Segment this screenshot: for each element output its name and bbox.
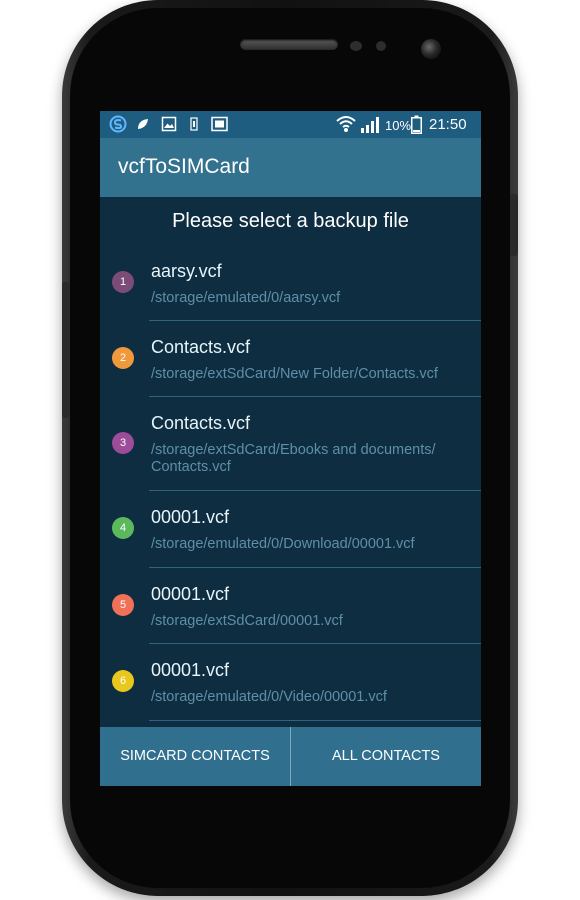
item-number-badge: 2 — [112, 347, 134, 369]
clock: 21:50 — [429, 116, 467, 133]
all-contacts-button[interactable]: ALL CONTACTS — [291, 727, 481, 786]
file-list-item[interactable]: 5 00001.vcf /storage/extSdCard/00001.vcf — [100, 568, 481, 644]
screenshot-icon — [211, 116, 228, 137]
backup-file-list: 1 aarsy.vcf /storage/emulated/0/aarsy.vc… — [100, 245, 481, 721]
item-number-badge: 6 — [112, 670, 134, 692]
file-path: /storage/emulated/0/Video/00001.vcf — [151, 689, 387, 705]
file-name: Contacts.vcf — [151, 337, 251, 357]
front-camera — [421, 39, 441, 59]
proximity-sensor — [350, 41, 362, 51]
file-list-item[interactable]: 3 Contacts.vcf /storage/extSdCard/Ebooks… — [100, 397, 481, 491]
item-number-badge: 5 — [112, 594, 134, 616]
file-list-item[interactable]: 4 00001.vcf /storage/emulated/0/Download… — [100, 491, 481, 568]
app-screen: 10% 21:50 vcfToSIMCard Please select a b… — [100, 111, 481, 786]
earpiece-speaker — [240, 39, 338, 50]
file-path: /storage/extSdCard/00001.vcf — [151, 613, 343, 629]
file-name: aarsy.vcf — [151, 261, 222, 281]
app-bar: vcfToSIMCard — [100, 138, 481, 197]
simcard-contacts-button[interactable]: SIMCARD CONTACTS — [100, 727, 290, 786]
item-number-badge: 3 — [112, 432, 134, 454]
file-list-item[interactable]: 6 00001.vcf /storage/emulated/0/Video/00… — [100, 644, 481, 721]
s-app-icon — [109, 115, 127, 138]
file-list-item[interactable]: 2 Contacts.vcf /storage/extSdCard/New Fo… — [100, 321, 481, 397]
leaf-icon — [136, 117, 150, 136]
wifi-icon — [336, 115, 356, 138]
bottom-action-bar: SIMCARD CONTACTS ALL CONTACTS — [100, 727, 481, 786]
list-divider — [149, 720, 481, 721]
file-name: 00001.vcf — [151, 660, 230, 680]
status-bar: 10% 21:50 — [100, 111, 481, 138]
select-backup-prompt: Please select a backup file — [172, 210, 409, 232]
volume-button — [62, 282, 70, 418]
file-path: /storage/emulated/0/Download/00001.vcf — [151, 536, 415, 552]
file-path: /storage/extSdCard/New Folder/Contacts.v… — [151, 366, 438, 382]
battery-percent: 10% — [385, 118, 412, 133]
file-path: /storage/extSdCard/Ebooks and documents/… — [151, 442, 436, 475]
signal-icon — [360, 116, 380, 138]
power-button — [510, 194, 518, 256]
item-number-badge: 1 — [112, 271, 134, 293]
image-icon — [161, 116, 177, 137]
file-name: Contacts.vcf — [151, 413, 251, 433]
file-name: 00001.vcf — [151, 507, 230, 527]
battery-saver-icon — [189, 117, 199, 136]
app-title: vcfToSIMCard — [118, 155, 250, 178]
light-sensor — [376, 41, 386, 51]
item-number-badge: 4 — [112, 517, 134, 539]
file-path: /storage/emulated/0/aarsy.vcf — [151, 290, 341, 306]
battery-icon — [411, 115, 422, 139]
file-name: 00001.vcf — [151, 584, 230, 604]
file-list-item[interactable]: 1 aarsy.vcf /storage/emulated/0/aarsy.vc… — [100, 245, 481, 321]
